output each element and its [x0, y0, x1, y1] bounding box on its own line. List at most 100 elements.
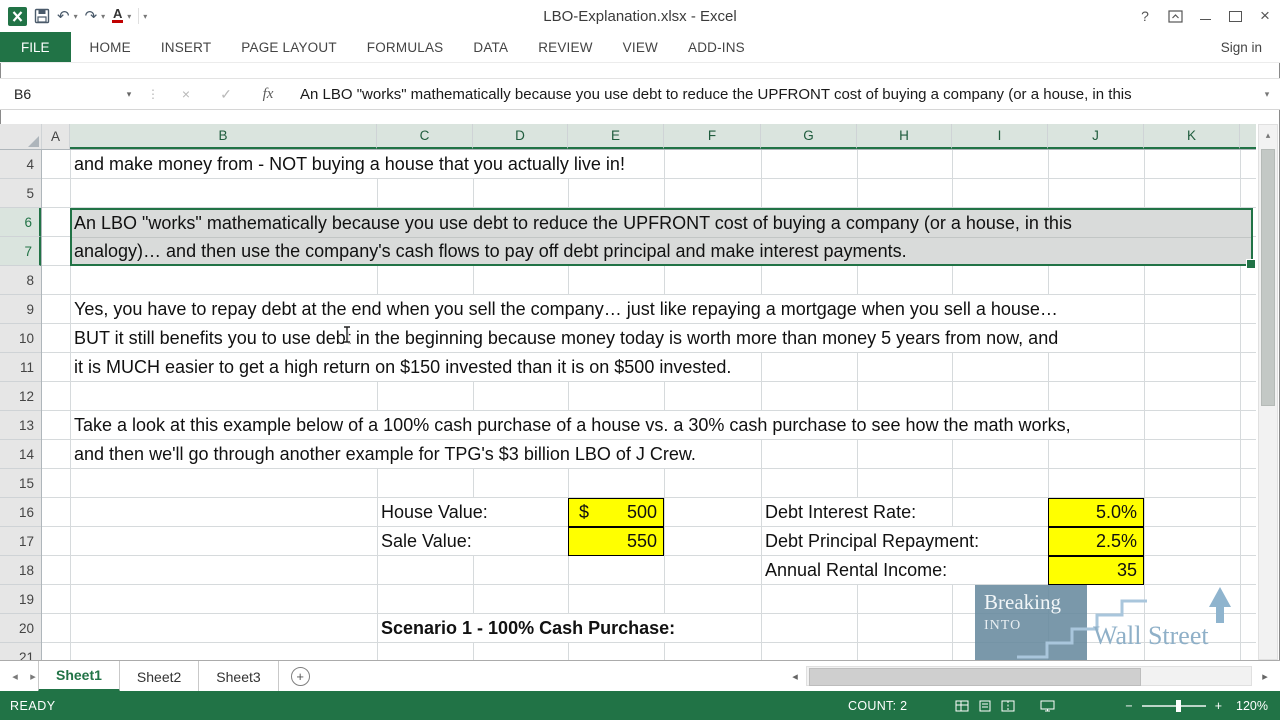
vertical-scrollbar-thumb[interactable]	[1261, 149, 1275, 406]
row-header-14[interactable]: 14	[0, 440, 41, 469]
hscroll-right-icon[interactable]: ▸	[1256, 665, 1274, 687]
select-all-button[interactable]	[0, 124, 42, 149]
name-box[interactable]: B6	[0, 79, 118, 109]
cell-G17[interactable]: Debt Principal Repayment:	[765, 527, 990, 555]
row-header-11[interactable]: 11	[0, 353, 41, 382]
column-header-d[interactable]: D	[473, 124, 568, 149]
cell-B11[interactable]: it is MUCH easier to get a high return o…	[74, 353, 742, 381]
cell-B6[interactable]: An LBO "works" mathematically because yo…	[74, 210, 1082, 236]
tab-add-ins[interactable]: ADD-INS	[673, 32, 760, 62]
display-settings-icon[interactable]	[1040, 700, 1055, 712]
row-header-4[interactable]: 4	[0, 150, 41, 179]
tab-home[interactable]: HOME	[75, 32, 146, 62]
undo-dropdown-icon[interactable]: ▾	[74, 12, 78, 21]
save-icon[interactable]	[34, 8, 50, 24]
cell-J17[interactable]: 2.5%	[1048, 527, 1144, 556]
expand-formula-bar-icon[interactable]: ▾	[1254, 89, 1280, 100]
normal-view-icon[interactable]	[955, 700, 969, 712]
cell-J16[interactable]: 5.0%	[1048, 498, 1144, 527]
tab-file[interactable]: FILE	[0, 32, 71, 62]
name-box-dropdown-icon[interactable]: ▾	[118, 89, 140, 100]
column-header-partial[interactable]	[1240, 124, 1256, 149]
cell-B10[interactable]: BUT it still benefits you to use debt in…	[74, 324, 1069, 352]
row-header-21[interactable]: 21	[0, 643, 41, 661]
customize-qat-icon[interactable]: ▾	[143, 12, 147, 21]
column-header-f[interactable]: F	[664, 124, 761, 149]
row-header-19[interactable]: 19	[0, 585, 41, 614]
column-header-k[interactable]: K	[1144, 124, 1240, 149]
undo-icon[interactable]: ↶	[57, 7, 70, 25]
vertical-scrollbar[interactable]: ▴	[1258, 124, 1278, 660]
minimize-icon[interactable]	[1190, 0, 1220, 32]
horizontal-scrollbar[interactable]	[806, 666, 1252, 686]
row-header-15[interactable]: 15	[0, 469, 41, 498]
column-header-b[interactable]: B	[70, 124, 377, 149]
font-color-dropdown-icon[interactable]: ▾	[127, 12, 131, 21]
help-icon[interactable]: ?	[1130, 0, 1160, 32]
tab-page-layout[interactable]: PAGE LAYOUT	[226, 32, 351, 62]
row-header-18[interactable]: 18	[0, 556, 41, 585]
cell-G18[interactable]: Annual Rental Income:	[765, 556, 958, 584]
tab-review[interactable]: REVIEW	[523, 32, 607, 62]
row-header-10[interactable]: 10	[0, 324, 41, 353]
cell-C20[interactable]: Scenario 1 - 100% Cash Purchase:	[381, 614, 686, 642]
excel-app-icon[interactable]	[8, 6, 27, 26]
hscroll-left-icon[interactable]: ◂	[786, 665, 804, 687]
column-header-h[interactable]: H	[857, 124, 952, 149]
zoom-level[interactable]: 120%	[1234, 699, 1268, 713]
insert-function-icon[interactable]: fx	[246, 86, 290, 103]
ribbon-display-options-icon[interactable]	[1160, 0, 1190, 32]
row-header-9[interactable]: 9	[0, 295, 41, 324]
redo-icon[interactable]: ↷	[85, 7, 98, 25]
cell-E17[interactable]: 550	[568, 527, 664, 556]
formula-enter-icon[interactable]: ✓	[206, 86, 246, 103]
cell-B4[interactable]: and make money from - NOT buying a house…	[74, 150, 635, 178]
horizontal-scrollbar-thumb[interactable]	[809, 668, 1141, 686]
maximize-icon[interactable]	[1220, 0, 1250, 32]
tab-sheet1[interactable]: Sheet1	[38, 661, 120, 692]
page-layout-view-icon[interactable]	[978, 700, 992, 712]
formula-cancel-icon[interactable]: ×	[166, 86, 206, 102]
cell-B9[interactable]: Yes, you have to repay debt at the end w…	[74, 295, 1068, 323]
tab-sheet3[interactable]: Sheet3	[199, 661, 279, 692]
column-header-i[interactable]: I	[952, 124, 1048, 149]
grid-body[interactable]: and make money from - NOT buying a house…	[0, 150, 1256, 660]
cell-C16[interactable]: House Value:	[381, 498, 498, 526]
redo-dropdown-icon[interactable]: ▾	[101, 12, 105, 21]
scroll-up-icon[interactable]: ▴	[1259, 125, 1277, 145]
row-header-13[interactable]: 13	[0, 411, 41, 440]
cell-B13[interactable]: Take a look at this example below of a 1…	[74, 411, 1081, 439]
fill-handle[interactable]	[1246, 259, 1256, 269]
zoom-slider[interactable]	[1141, 699, 1206, 712]
cell-E16[interactable]: $ 500	[568, 498, 664, 527]
row-header-6[interactable]: 6	[0, 208, 41, 237]
tab-sheet2[interactable]: Sheet2	[120, 661, 200, 692]
cell-B14[interactable]: and then we'll go through another exampl…	[74, 440, 706, 468]
column-header-g[interactable]: G	[761, 124, 857, 149]
close-icon[interactable]: ×	[1250, 0, 1280, 32]
status-count[interactable]: COUNT: 2	[848, 699, 907, 713]
zoom-out-icon[interactable]: −	[1125, 699, 1132, 713]
column-header-e[interactable]: E	[568, 124, 664, 149]
row-header-17[interactable]: 17	[0, 527, 41, 556]
tab-data[interactable]: DATA	[458, 32, 523, 62]
row-header-8[interactable]: 8	[0, 266, 41, 295]
sign-in-link[interactable]: Sign in	[1221, 32, 1280, 62]
new-sheet-button[interactable]: +	[290, 667, 310, 686]
tab-insert[interactable]: INSERT	[146, 32, 226, 62]
cell-J18[interactable]: 35	[1048, 556, 1144, 585]
row-header-16[interactable]: 16	[0, 498, 41, 527]
cell-G16[interactable]: Debt Interest Rate:	[765, 498, 927, 526]
zoom-in-icon[interactable]: +	[1215, 699, 1222, 713]
sheet-nav-right-icon[interactable]: ▸	[22, 661, 44, 692]
formula-bar-content[interactable]: An LBO "works" mathematically because yo…	[290, 86, 1254, 103]
column-header-a[interactable]: A	[42, 124, 70, 149]
zoom-slider-thumb[interactable]	[1175, 699, 1181, 712]
cell-C17[interactable]: Sale Value:	[381, 527, 482, 555]
row-header-7[interactable]: 7	[0, 237, 41, 266]
cell-B7[interactable]: analogy)… and then use the company's cas…	[74, 238, 917, 265]
tab-formulas[interactable]: FORMULAS	[352, 32, 459, 62]
column-header-c[interactable]: C	[377, 124, 473, 149]
row-header-20[interactable]: 20	[0, 614, 41, 643]
column-header-j[interactable]: J	[1048, 124, 1144, 149]
